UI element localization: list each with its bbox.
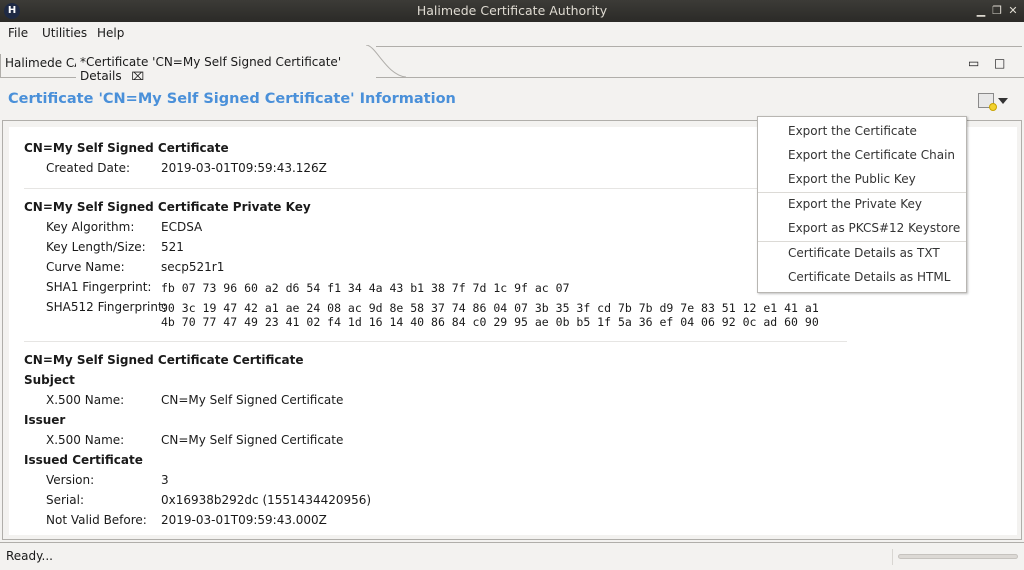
summary-title: CN=My Self Signed Certificate <box>24 141 229 155</box>
menu-bar: File Utilities Help <box>0 22 1024 44</box>
window-restore-icon[interactable]: ❐ <box>990 4 1004 18</box>
menu-item-export-certificate[interactable]: Export the Certificate <box>788 124 917 138</box>
issued-certificate-heading: Issued Certificate <box>24 453 143 467</box>
form-header: Certificate 'CN=My Self Signed Certifica… <box>2 78 1022 118</box>
progress-bar <box>898 554 1018 559</box>
sha512-fingerprint-label: SHA512 Fingerprint: <box>46 300 167 314</box>
key-length-label: Key Length/Size: <box>46 240 146 254</box>
chevron-down-icon[interactable] <box>998 98 1008 104</box>
menu-divider <box>758 192 966 193</box>
view-maximize-icon[interactable]: □ <box>994 56 1005 70</box>
issuer-heading: Issuer <box>24 413 66 427</box>
not-valid-before-label: Not Valid Before: <box>46 513 147 527</box>
view-minimize-icon[interactable]: ▭ <box>968 56 979 70</box>
serial-label: Serial: <box>46 493 84 507</box>
subject-x500-label: X.500 Name: <box>46 393 125 407</box>
window-titlebar: H Halimede Certificate Authority ▁ ❐ ✕ <box>0 0 1024 22</box>
key-algorithm-label: Key Algorithm: <box>46 220 135 234</box>
status-divider <box>892 549 893 565</box>
section-divider <box>24 341 847 342</box>
sha512-fingerprint-value: 90 3c 19 47 42 a1 ae 24 08 ac 9d 8e 58 3… <box>161 301 819 329</box>
certificate-icon[interactable] <box>978 93 997 111</box>
key-algorithm-value: ECDSA <box>161 220 203 234</box>
version-value: 3 <box>161 473 169 487</box>
menu-item-export-certificate-chain[interactable]: Export the Certificate Chain <box>788 148 955 162</box>
curve-name-label: Curve Name: <box>46 260 125 274</box>
serial-value: 0x16938b292dc (1551434420956) <box>161 493 372 507</box>
page-title: Certificate 'CN=My Self Signed Certifica… <box>8 91 456 107</box>
menu-item-details-txt[interactable]: Certificate Details as TXT <box>788 246 940 260</box>
menu-item-export-public-key[interactable]: Export the Public Key <box>788 172 916 186</box>
issuer-x500-value: CN=My Self Signed Certificate <box>161 433 344 447</box>
certificate-seal-icon <box>989 103 997 111</box>
menu-item-export-private-key[interactable]: Export the Private Key <box>788 197 922 211</box>
status-text: Ready... <box>6 549 53 563</box>
window-close-icon[interactable]: ✕ <box>1006 4 1020 18</box>
sha1-fingerprint-label: SHA1 Fingerprint: <box>46 280 152 294</box>
not-valid-before-value: 2019-03-01T09:59:43.000Z <box>161 513 327 527</box>
subject-x500-value: CN=My Self Signed Certificate <box>161 393 344 407</box>
tab-halimede-ca[interactable]: Halimede CA <box>0 54 87 78</box>
created-date-value: 2019-03-01T09:59:43.126Z <box>161 161 327 175</box>
menu-utilities[interactable]: Utilities <box>42 26 87 40</box>
menu-divider <box>758 241 966 242</box>
section-divider <box>24 188 847 189</box>
issuer-x500-label: X.500 Name: <box>46 433 125 447</box>
certificate-title: CN=My Self Signed Certificate Certificat… <box>24 353 304 367</box>
menu-help[interactable]: Help <box>97 26 124 40</box>
sha1-fingerprint-value: fb 07 73 96 60 a2 d6 54 f1 34 4a 43 b1 3… <box>161 281 570 295</box>
menu-file[interactable]: File <box>8 26 28 40</box>
editor-tab-bar: Halimede CA *Certificate 'CN=My Self Sig… <box>0 45 1024 83</box>
status-bar: Ready... <box>0 542 1024 570</box>
tab-certificate-details[interactable]: *Certificate 'CN=My Self Signed Certific… <box>76 45 406 83</box>
menu-item-details-html[interactable]: Certificate Details as HTML <box>788 270 950 284</box>
subject-heading: Subject <box>24 373 75 387</box>
tab-label: Halimede CA <box>5 56 83 70</box>
key-length-value: 521 <box>161 240 184 254</box>
tab-curve <box>366 45 406 78</box>
private-key-title: CN=My Self Signed Certificate Private Ke… <box>24 200 311 214</box>
created-date-label: Created Date: <box>46 161 131 175</box>
menu-item-export-pkcs12[interactable]: Export as PKCS#12 Keystore <box>788 221 960 235</box>
window-title: Halimede Certificate Authority <box>416 3 608 18</box>
version-label: Version: <box>46 473 95 487</box>
curve-name-value: secp521r1 <box>161 260 225 274</box>
window-minimize-icon[interactable]: ▁ <box>974 4 988 18</box>
export-menu: Export the Certificate Export the Certif… <box>757 116 967 293</box>
